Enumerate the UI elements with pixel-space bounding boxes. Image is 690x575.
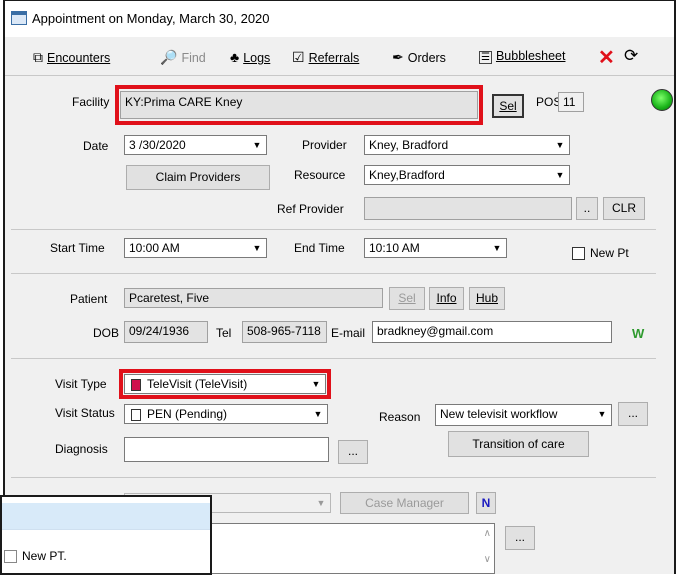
chevron-down-icon[interactable]: ▼ bbox=[314, 496, 328, 510]
toolbar: ⧉ Encounters 🔎 Find ♣ Logs ☑ Referrals ✒ Orde… bbox=[5, 37, 674, 76]
patient-sel-button[interactable]: Sel bbox=[389, 287, 425, 310]
diagnosis-field[interactable] bbox=[124, 437, 329, 462]
referrals-button[interactable]: ☑ Referrals bbox=[292, 49, 359, 66]
patient-hub-button[interactable]: Hub bbox=[469, 287, 505, 310]
visit-type-highlight-box bbox=[119, 369, 331, 399]
chevron-down-icon[interactable]: ▼ bbox=[250, 241, 264, 255]
find-button[interactable]: 🔎 Find bbox=[160, 49, 206, 66]
status-light-icon bbox=[651, 89, 673, 111]
chevron-down-icon[interactable]: ▼ bbox=[490, 241, 504, 255]
n-badge-button[interactable]: N bbox=[476, 492, 496, 514]
facility-label: Facility bbox=[72, 95, 110, 109]
end-time-label: End Time bbox=[294, 241, 345, 255]
start-time-label: Start Time bbox=[50, 241, 105, 255]
inset-header-bar bbox=[2, 503, 210, 530]
bubblesheet-icon: ☰ bbox=[479, 51, 492, 64]
reason-select[interactable]: New televisit workflow ▼ bbox=[435, 404, 612, 426]
binoculars-icon: 🔎 bbox=[160, 49, 178, 65]
claim-providers-button[interactable]: Claim Providers bbox=[126, 165, 270, 190]
ref-provider-clr-button[interactable]: CLR bbox=[603, 197, 645, 220]
checkbox-box[interactable] bbox=[572, 247, 585, 261]
patient-field[interactable]: Pcaretest, Five bbox=[124, 288, 383, 308]
reason-browse-button[interactable]: ... bbox=[618, 402, 648, 426]
ref-provider-label: Ref Provider bbox=[277, 202, 344, 216]
pos-field: 11 bbox=[558, 92, 584, 112]
transition-of-care-button[interactable]: Transition of care bbox=[448, 431, 589, 457]
section-divider bbox=[11, 477, 656, 478]
resource-label: Resource bbox=[294, 168, 346, 182]
start-time-select[interactable]: 10:00 AM ▼ bbox=[124, 238, 267, 258]
date-label: Date bbox=[83, 139, 109, 153]
ref-provider-field[interactable] bbox=[364, 197, 572, 220]
visit-status-label: Visit Status bbox=[55, 406, 115, 420]
case-manager-button[interactable]: Case Manager bbox=[340, 492, 469, 514]
logs-icon: ♣ bbox=[230, 49, 240, 65]
section-divider bbox=[11, 273, 656, 274]
end-time-select[interactable]: 10:10 AM ▼ bbox=[364, 238, 507, 258]
close-icon[interactable]: ✕ bbox=[598, 45, 615, 70]
inset-panel: New PT. bbox=[0, 495, 212, 575]
scroll-up-icon[interactable]: ∧ bbox=[484, 528, 491, 539]
date-picker[interactable]: 3 /30/2020 ▼ bbox=[124, 135, 267, 155]
appointment-window: Appointment on Monday, March 30, 2020 ⧉ E… bbox=[3, 0, 676, 574]
encounters-button[interactable]: ⧉ Encounters bbox=[33, 49, 110, 66]
inset-new-pt-checkbox[interactable]: New PT. bbox=[4, 549, 67, 564]
title-bar: Appointment on Monday, March 30, 2020 bbox=[5, 1, 674, 37]
orders-button[interactable]: ✒ Orders bbox=[392, 49, 446, 66]
referrals-check-icon: ☑ bbox=[292, 49, 305, 65]
facility-highlight-box bbox=[115, 85, 483, 125]
refresh-icon[interactable]: ⟳ bbox=[624, 46, 638, 66]
chevron-down-icon[interactable]: ▼ bbox=[553, 138, 567, 152]
chevron-down-icon[interactable]: ▼ bbox=[595, 407, 609, 421]
bubblesheet-button[interactable]: ☰ Bubblesheet bbox=[479, 49, 565, 64]
section-divider bbox=[11, 229, 656, 230]
visit-type-label: Visit Type bbox=[55, 377, 107, 391]
checkbox-box[interactable] bbox=[4, 550, 17, 564]
new-pt-checkbox[interactable]: New Pt bbox=[572, 246, 629, 261]
visit-status-swatch bbox=[131, 409, 141, 421]
facility-sel-button[interactable]: Sel bbox=[492, 94, 524, 118]
encounters-icon: ⧉ bbox=[33, 49, 43, 65]
logs-button[interactable]: ♣ Logs bbox=[230, 49, 270, 65]
visit-status-select[interactable]: PEN (Pending) ▼ bbox=[124, 404, 328, 424]
dob-label: DOB bbox=[93, 326, 120, 340]
chevron-down-icon[interactable]: ▼ bbox=[553, 168, 567, 182]
ref-provider-browse-button[interactable]: .. bbox=[576, 197, 598, 220]
resource-select[interactable]: Kney,Bradford ▼ bbox=[364, 165, 570, 185]
email-label: E-mail bbox=[331, 326, 366, 340]
chevron-down-icon[interactable]: ▼ bbox=[311, 407, 325, 421]
reason-label: Reason bbox=[379, 410, 421, 424]
calendar-app-icon bbox=[11, 11, 27, 25]
window-title: Appointment on Monday, March 30, 2020 bbox=[32, 11, 270, 26]
email-field[interactable]: bradkney@gmail.com bbox=[372, 321, 612, 343]
tel-label: Tel bbox=[216, 326, 232, 340]
section-divider bbox=[11, 358, 656, 359]
tel-field: 508-965-7118 bbox=[242, 321, 327, 343]
patient-info-button[interactable]: Info bbox=[429, 287, 464, 310]
w-badge[interactable]: W bbox=[632, 326, 644, 341]
orders-icon: ✒ bbox=[392, 49, 404, 65]
chevron-down-icon[interactable]: ▼ bbox=[250, 138, 264, 152]
diagnosis-label: Diagnosis bbox=[55, 442, 108, 456]
provider-label: Provider bbox=[302, 138, 347, 152]
scroll-down-icon[interactable]: ∨ bbox=[484, 554, 491, 565]
dob-field: 09/24/1936 bbox=[124, 321, 208, 343]
patient-label: Patient bbox=[70, 292, 108, 306]
notes-browse-button[interactable]: ... bbox=[505, 526, 535, 550]
diagnosis-browse-button[interactable]: ... bbox=[338, 440, 368, 464]
provider-select[interactable]: Kney, Bradford ▼ bbox=[364, 135, 570, 155]
